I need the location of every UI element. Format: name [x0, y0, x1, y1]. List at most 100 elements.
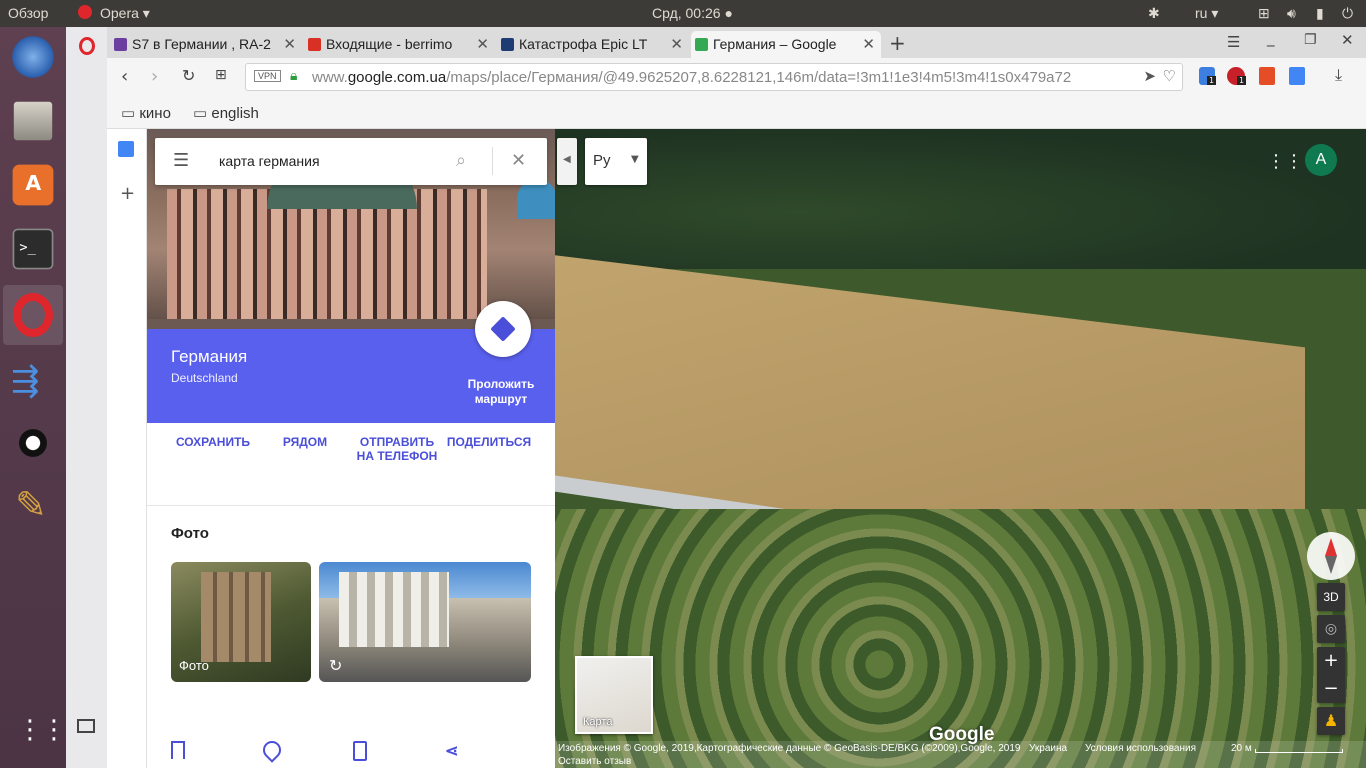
imagery-credits[interactable]: Изображения © Google, 2019,Картографичес… [558, 743, 1020, 754]
pegman-icon[interactable]: ♟ [1317, 707, 1345, 735]
terms-link[interactable]: Условия использования [1085, 743, 1196, 754]
new-tab-icon[interactable]: + [889, 31, 906, 55]
language-indicator[interactable]: ru ▾ [1195, 5, 1218, 22]
bookmark-folder-kino[interactable]: ▭ кино [121, 104, 171, 122]
app-menu-button[interactable]: Opera ▾ [100, 5, 150, 22]
tab-gmail[interactable]: Входящие - berrimo ✕ [304, 31, 495, 58]
country-label[interactable]: Украина [1029, 743, 1067, 754]
satellite-map[interactable]: ◀ Ру ▼ ⋮⋮⋮ A 3D ◎ + − ♟ Карта Google Изо… [555, 129, 1366, 768]
opera-app-icon [78, 5, 92, 19]
bookmark-icon [171, 741, 185, 759]
forest-area [555, 129, 1366, 269]
sidebar-toggle-icon[interactable] [77, 719, 95, 733]
search-icon[interactable]: ⌕ [456, 150, 466, 171]
feedback-link[interactable]: Оставить отзыв [558, 756, 631, 767]
street-view-360-icon: ↻ [329, 656, 343, 675]
opera-menu-icon[interactable] [79, 37, 95, 55]
close-tab-icon[interactable]: ✕ [670, 35, 683, 53]
activities-button[interactable]: Обзор [8, 5, 48, 21]
directions-icon [490, 316, 516, 342]
browser-window: S7 в Германии , RA-2 ✕ Входящие - berrimo… [107, 27, 1366, 768]
add-icon[interactable]: + [120, 183, 135, 204]
close-tab-icon[interactable]: ✕ [283, 35, 296, 53]
page-content: + Германия Deutschland Проложить маршрут [107, 129, 1366, 768]
html5-extension-icon[interactable] [1259, 67, 1275, 85]
zoom-out-icon[interactable]: − [1317, 675, 1345, 703]
close-tab-icon[interactable]: ✕ [476, 35, 489, 53]
photo-thumbnail-castle[interactable]: Фото [171, 562, 311, 682]
vpn-badge[interactable]: VPN [254, 70, 281, 82]
zoom-control: + − [1317, 647, 1345, 703]
tab-menu-icon[interactable]: ☰ [1227, 33, 1240, 51]
route-label[interactable]: Проложить маршрут [465, 377, 537, 407]
compass-south-icon [1325, 556, 1337, 574]
address-bar[interactable]: VPN 🔒︎ www.google.com.ua/maps/place/Герм… [245, 63, 1183, 91]
search-input[interactable]: карта германия [219, 153, 320, 169]
place-native-name: Deutschland [171, 371, 238, 385]
bluetooth-icon[interactable]: ✱ [1148, 5, 1160, 22]
bookmarks-bar: ▭ кино ▭ english [107, 98, 1366, 129]
tab-s7[interactable]: S7 в Германии , RA-2 ✕ [110, 31, 302, 58]
3d-toggle-button[interactable]: 3D [1317, 583, 1345, 611]
software-center-icon[interactable]: A [12, 164, 54, 206]
compass-control[interactable] [1307, 532, 1355, 580]
menu-icon[interactable]: ☰ [173, 150, 189, 171]
gmail-favicon-icon [308, 38, 321, 51]
minimize-icon[interactable]: _ [1267, 29, 1275, 47]
scale-label[interactable]: 20 м [1231, 743, 1252, 754]
bookmark-folder-english[interactable]: ▭ english [193, 104, 259, 122]
photo-label: Фото [179, 658, 209, 673]
zoom-in-icon[interactable]: + [1317, 647, 1345, 675]
save-button[interactable]: СОХРАНИТЬ [171, 435, 255, 759]
place-title: Германия [171, 347, 248, 366]
translate-extension-icon[interactable]: 1 [1199, 67, 1217, 85]
heart-bookmark-icon[interactable]: ♡ [1162, 67, 1176, 85]
files-icon[interactable] [13, 101, 53, 141]
close-tab-icon[interactable]: ✕ [862, 35, 875, 53]
audio-app-icon[interactable] [9, 419, 57, 467]
adblock-extension-icon[interactable]: 1 [1227, 67, 1247, 85]
my-location-icon[interactable]: ◎ [1317, 615, 1345, 643]
share-button[interactable]: ⋖ ПОДЕЛИТЬСЯ [445, 435, 533, 760]
clear-search-icon[interactable]: ✕ [511, 150, 526, 171]
tab-epic[interactable]: Катастрофа Epic LT ✕ [497, 31, 689, 58]
volume-icon[interactable]: 🔊︎ [1287, 5, 1296, 22]
terminal-icon[interactable]: >_ [12, 228, 54, 270]
paint-brush-icon[interactable]: ✎ [9, 483, 57, 531]
photo-thumbnail-street-view[interactable]: ↻ [319, 562, 531, 682]
map-layer-switcher[interactable]: Карта [575, 656, 653, 734]
thunderbird-icon[interactable] [9, 33, 57, 81]
opera-launcher-icon[interactable] [3, 285, 63, 345]
battery-icon[interactable]: ▮ [1316, 5, 1324, 22]
compass-north-icon [1325, 538, 1337, 556]
account-avatar[interactable]: A [1305, 144, 1337, 176]
forward-icon[interactable]: › [151, 66, 158, 87]
downloads-icon[interactable]: ⤓ [1335, 65, 1342, 85]
lock-icon[interactable]: 🔒︎ [290, 67, 297, 84]
transmission-icon[interactable]: ⇶ [9, 355, 57, 403]
google-translate-icon[interactable] [1289, 67, 1305, 85]
maximize-icon[interactable]: ❐ [1304, 32, 1317, 48]
language-select[interactable]: Ру ▼ [585, 138, 647, 185]
speed-dial-icon[interactable]: ⊞ [215, 67, 227, 83]
s7-favicon-icon [114, 38, 127, 51]
translate-page-icon[interactable] [118, 141, 134, 157]
close-window-icon[interactable]: ✕ [1341, 31, 1354, 49]
network-icon[interactable]: ⊞ [1258, 5, 1270, 22]
reload-icon[interactable]: ↻ [182, 66, 195, 85]
collapse-panel-button[interactable]: ◀ [557, 138, 577, 185]
clock[interactable]: Срд, 00:26 ● [652, 5, 733, 21]
tab-google-maps[interactable]: Германия – Google ✕ [691, 31, 881, 58]
search-box: ☰ карта германия ⌕ ✕ [155, 138, 547, 185]
map-footer: Изображения © Google, 2019,Картографичес… [555, 741, 1366, 768]
nearby-button[interactable]: РЯДОМ [259, 435, 347, 763]
nearby-icon [259, 737, 285, 763]
system-top-bar: Обзор Opera ▾ Срд, 00:26 ● ✱ ru ▾ ⊞ 🔊︎ ▮… [0, 0, 1366, 27]
back-icon[interactable]: ‹ [121, 66, 128, 87]
send-to-phone-button[interactable]: ОТПРАВИТЬ НА ТЕЛЕФОН [353, 435, 441, 761]
directions-button[interactable] [475, 301, 531, 357]
show-applications-icon[interactable]: ⋮⋮⋮ [9, 713, 91, 761]
send-page-icon[interactable]: ➤ [1143, 67, 1156, 85]
power-icon[interactable]: ⏻ [1342, 5, 1353, 22]
maps-favicon-icon [695, 38, 708, 51]
